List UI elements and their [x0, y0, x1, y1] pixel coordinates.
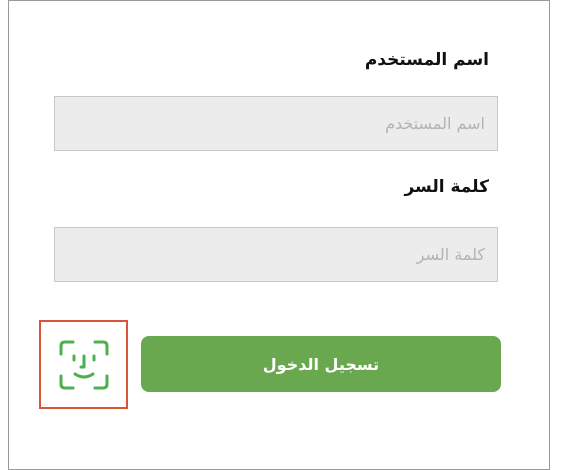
username-input[interactable]: [54, 96, 498, 151]
username-label: اسم المستخدم: [364, 50, 489, 70]
password-input[interactable]: [54, 227, 498, 282]
login-button[interactable]: تسجيل الدخول: [141, 336, 501, 392]
face-id-icon: [59, 340, 108, 389]
face-id-button[interactable]: [39, 320, 128, 409]
password-label: كلمة السر: [404, 177, 489, 197]
